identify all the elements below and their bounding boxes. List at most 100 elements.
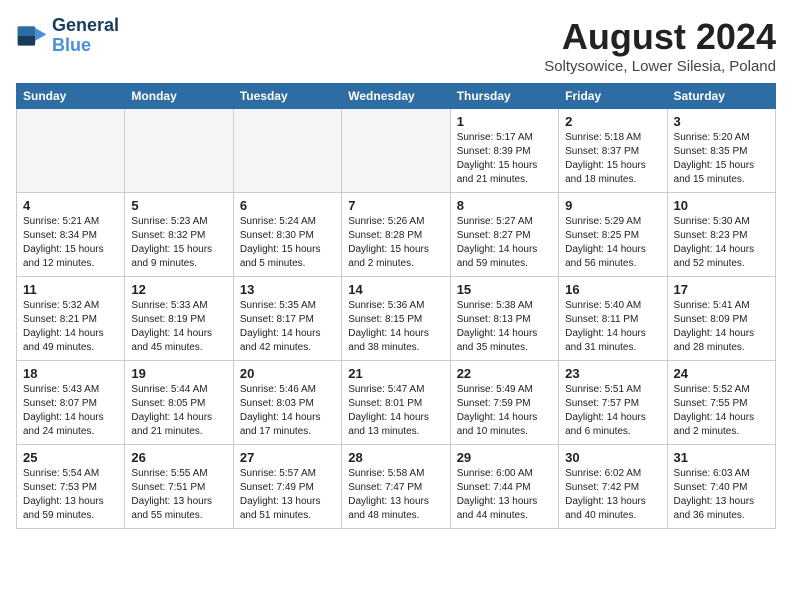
weekday-header: Wednesday xyxy=(342,84,450,109)
day-info: Sunrise: 5:49 AM Sunset: 7:59 PM Dayligh… xyxy=(457,383,552,439)
calendar-day-cell: 25 Sunrise: 5:54 AM Sunset: 7:53 PM Dayli… xyxy=(17,445,125,529)
day-number: 19 xyxy=(131,366,226,381)
day-number: 3 xyxy=(674,114,769,129)
weekday-header: Tuesday xyxy=(233,84,341,109)
day-number: 26 xyxy=(131,450,226,465)
calendar-day-cell: 23Sunrise: 5:51 AM Sunset: 7:57 PM Dayli… xyxy=(559,361,667,445)
day-number: 13 xyxy=(240,282,335,297)
day-info: Sunrise: 5:38 AM Sunset: 8:13 PM Dayligh… xyxy=(457,299,552,355)
day-info: Sunrise: 5:36 AM Sunset: 8:15 PM Dayligh… xyxy=(348,299,443,355)
day-number: 27 xyxy=(240,450,335,465)
day-info: Sunrise: 5:30 AM Sunset: 8:23 PM Dayligh… xyxy=(674,215,769,271)
day-info: Sunrise: 5:55 AM Sunset: 7:51 PM Dayligh… xyxy=(131,467,226,523)
calendar-day-cell: 26 Sunrise: 5:55 AM Sunset: 7:51 PM Dayli… xyxy=(125,445,233,529)
day-number: 21 xyxy=(348,366,443,381)
day-number: 16 xyxy=(565,282,660,297)
weekday-header: Friday xyxy=(559,84,667,109)
day-number: 14 xyxy=(348,282,443,297)
day-number: 24 xyxy=(674,366,769,381)
calendar-day-cell: 29Sunrise: 6:00 AM Sunset: 7:44 PM Dayli… xyxy=(450,445,558,529)
calendar-day-cell: 15 Sunrise: 5:38 AM Sunset: 8:13 PM Dayli… xyxy=(450,277,558,361)
day-info: Sunrise: 6:00 AM Sunset: 7:44 PM Dayligh… xyxy=(457,467,552,523)
calendar-day-cell: 9 Sunrise: 5:29 AM Sunset: 8:25 PM Daylig… xyxy=(559,193,667,277)
calendar-day-cell: 5Sunrise: 5:23 AM Sunset: 8:32 PM Daylig… xyxy=(125,193,233,277)
weekday-header: Saturday xyxy=(667,84,775,109)
calendar-week-row: 11Sunrise: 5:32 AM Sunset: 8:21 PM Dayli… xyxy=(17,277,776,361)
day-number: 2 xyxy=(565,114,660,129)
calendar-week-row: 18 Sunrise: 5:43 AM Sunset: 8:07 PM Dayli… xyxy=(17,361,776,445)
calendar-day-cell: 22 Sunrise: 5:49 AM Sunset: 7:59 PM Dayli… xyxy=(450,361,558,445)
calendar-day-cell: 30 Sunrise: 6:02 AM Sunset: 7:42 PM Dayli… xyxy=(559,445,667,529)
calendar-day-cell: 18 Sunrise: 5:43 AM Sunset: 8:07 PM Dayli… xyxy=(17,361,125,445)
day-number: 15 xyxy=(457,282,552,297)
page-header: General Blue August 2024 Soltysowice, Lo… xyxy=(16,16,776,75)
day-number: 12 xyxy=(131,282,226,297)
day-info: Sunrise: 5:20 AM Sunset: 8:35 PM Dayligh… xyxy=(674,131,769,187)
day-number: 9 xyxy=(565,198,660,213)
calendar-day-cell: 19Sunrise: 5:44 AM Sunset: 8:05 PM Dayli… xyxy=(125,361,233,445)
day-info: Sunrise: 5:27 AM Sunset: 8:27 PM Dayligh… xyxy=(457,215,552,271)
day-info: Sunrise: 5:21 AM Sunset: 8:34 PM Dayligh… xyxy=(23,215,118,271)
logo: General Blue xyxy=(16,16,119,56)
day-info: Sunrise: 5:57 AM Sunset: 7:49 PM Dayligh… xyxy=(240,467,335,523)
day-info: Sunrise: 5:46 AM Sunset: 8:03 PM Dayligh… xyxy=(240,383,335,439)
weekday-header: Sunday xyxy=(17,84,125,109)
calendar-day-cell: 27 Sunrise: 5:57 AM Sunset: 7:49 PM Dayli… xyxy=(233,445,341,529)
calendar-day-cell: 6 Sunrise: 5:24 AM Sunset: 8:30 PM Daylig… xyxy=(233,193,341,277)
calendar-day-cell: 20 Sunrise: 5:46 AM Sunset: 8:03 PM Dayli… xyxy=(233,361,341,445)
day-number: 10 xyxy=(674,198,769,213)
day-number: 18 xyxy=(23,366,118,381)
calendar-day-cell: 7Sunrise: 5:26 AM Sunset: 8:28 PM Daylig… xyxy=(342,193,450,277)
day-info: Sunrise: 5:29 AM Sunset: 8:25 PM Dayligh… xyxy=(565,215,660,271)
logo-icon xyxy=(16,20,48,52)
calendar-day-cell: 28 Sunrise: 5:58 AM Sunset: 7:47 PM Dayli… xyxy=(342,445,450,529)
calendar-week-row: 25 Sunrise: 5:54 AM Sunset: 7:53 PM Dayli… xyxy=(17,445,776,529)
logo-text: General Blue xyxy=(52,16,119,56)
day-number: 23 xyxy=(565,366,660,381)
calendar-day-cell: 24 Sunrise: 5:52 AM Sunset: 7:55 PM Dayli… xyxy=(667,361,775,445)
calendar-day-cell: 3 Sunrise: 5:20 AM Sunset: 8:35 PM Daylig… xyxy=(667,109,775,193)
calendar-day-cell: 2 Sunrise: 5:18 AM Sunset: 8:37 PM Daylig… xyxy=(559,109,667,193)
header-row: SundayMondayTuesdayWednesdayThursdayFrid… xyxy=(17,84,776,109)
day-info: Sunrise: 5:18 AM Sunset: 8:37 PM Dayligh… xyxy=(565,131,660,187)
location: Soltysowice, Lower Silesia, Poland xyxy=(544,58,776,75)
day-info: Sunrise: 5:40 AM Sunset: 8:11 PM Dayligh… xyxy=(565,299,660,355)
day-info: Sunrise: 5:32 AM Sunset: 8:21 PM Dayligh… xyxy=(23,299,118,355)
day-info: Sunrise: 5:43 AM Sunset: 8:07 PM Dayligh… xyxy=(23,383,118,439)
day-number: 4 xyxy=(23,198,118,213)
calendar-day-cell xyxy=(17,109,125,193)
month-year: August 2024 xyxy=(544,16,776,58)
calendar-day-cell: 14 Sunrise: 5:36 AM Sunset: 8:15 PM Dayli… xyxy=(342,277,450,361)
day-info: Sunrise: 5:54 AM Sunset: 7:53 PM Dayligh… xyxy=(23,467,118,523)
day-number: 30 xyxy=(565,450,660,465)
day-number: 28 xyxy=(348,450,443,465)
day-info: Sunrise: 5:24 AM Sunset: 8:30 PM Dayligh… xyxy=(240,215,335,271)
calendar-day-cell xyxy=(342,109,450,193)
calendar-table: SundayMondayTuesdayWednesdayThursdayFrid… xyxy=(16,83,776,529)
day-info: Sunrise: 5:58 AM Sunset: 7:47 PM Dayligh… xyxy=(348,467,443,523)
day-info: Sunrise: 5:52 AM Sunset: 7:55 PM Dayligh… xyxy=(674,383,769,439)
day-info: Sunrise: 5:35 AM Sunset: 8:17 PM Dayligh… xyxy=(240,299,335,355)
day-info: Sunrise: 6:02 AM Sunset: 7:42 PM Dayligh… xyxy=(565,467,660,523)
day-number: 20 xyxy=(240,366,335,381)
day-number: 1 xyxy=(457,114,552,129)
weekday-header: Monday xyxy=(125,84,233,109)
calendar-day-cell: 17Sunrise: 5:41 AM Sunset: 8:09 PM Dayli… xyxy=(667,277,775,361)
calendar-day-cell: 10 Sunrise: 5:30 AM Sunset: 8:23 PM Dayli… xyxy=(667,193,775,277)
day-number: 25 xyxy=(23,450,118,465)
day-number: 17 xyxy=(674,282,769,297)
calendar-day-cell xyxy=(233,109,341,193)
day-number: 22 xyxy=(457,366,552,381)
calendar-day-cell xyxy=(125,109,233,193)
calendar-day-cell: 12 Sunrise: 5:33 AM Sunset: 8:19 PM Dayli… xyxy=(125,277,233,361)
title-block: August 2024 Soltysowice, Lower Silesia, … xyxy=(544,16,776,75)
calendar-week-row: 4 Sunrise: 5:21 AM Sunset: 8:34 PM Daylig… xyxy=(17,193,776,277)
day-number: 6 xyxy=(240,198,335,213)
calendar-day-cell: 16 Sunrise: 5:40 AM Sunset: 8:11 PM Dayli… xyxy=(559,277,667,361)
calendar-day-cell: 21Sunrise: 5:47 AM Sunset: 8:01 PM Dayli… xyxy=(342,361,450,445)
day-info: Sunrise: 5:33 AM Sunset: 8:19 PM Dayligh… xyxy=(131,299,226,355)
day-number: 7 xyxy=(348,198,443,213)
day-number: 31 xyxy=(674,450,769,465)
day-info: Sunrise: 5:17 AM Sunset: 8:39 PM Dayligh… xyxy=(457,131,552,187)
day-info: Sunrise: 6:03 AM Sunset: 7:40 PM Dayligh… xyxy=(674,467,769,523)
